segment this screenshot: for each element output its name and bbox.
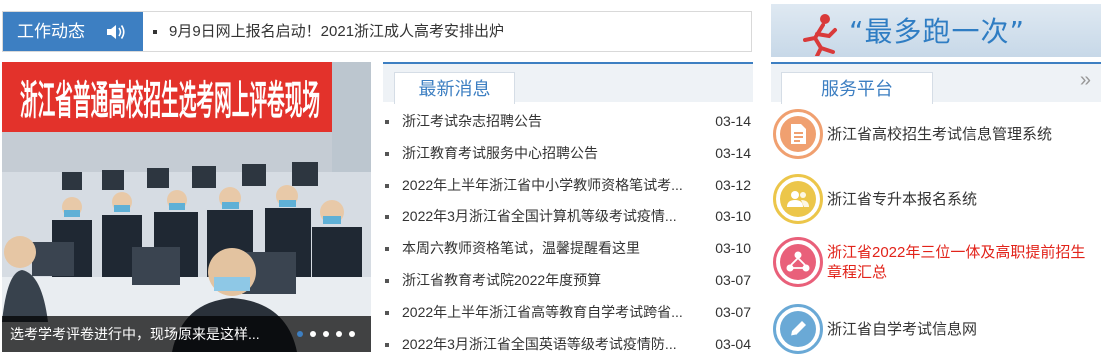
news-date: 03-04 <box>715 335 751 352</box>
document-icon <box>773 109 823 159</box>
news-list-item[interactable]: 2022年上半年浙江省高等教育自学考试跨省... 03-07 <box>383 296 753 328</box>
news-list: 浙江考试杂志招聘公告 03-14 浙江教育考试服务中心招聘公告 03-14 2022年上… <box>383 105 753 359</box>
service-item-self-study-exam[interactable]: 浙江省自学考试信息网 <box>773 304 1099 356</box>
news-list-item[interactable]: 浙江教育考试服务中心招聘公告 03-14 <box>383 137 753 169</box>
work-news-label-text: 工作动态 <box>17 22 85 41</box>
news-date: 03-07 <box>715 271 751 288</box>
service-tab-bar: 服务平台 » <box>771 64 1101 104</box>
ticker-headline-text: 9月9日网上报名启动！2021浙江成人高考安排出炉 <box>169 23 505 40</box>
service-item-sanwei-yiti[interactable]: 浙江省2022年三位一体及高职提前招生章程汇总 <box>773 237 1099 289</box>
bullet-icon <box>385 120 389 124</box>
photo-banner-text: 浙江省普通高校招生选考网上评卷现场 <box>20 78 320 124</box>
news-title[interactable]: 2022年3月浙江省全国英语等级考试疫情防... <box>402 328 712 359</box>
service-item-exam-info-system[interactable]: 浙江省高校招生考试信息管理系统 <box>773 109 1099 161</box>
news-title[interactable]: 本周六教师资格笔试，温馨提醒看这里 <box>402 232 712 264</box>
bullet-icon <box>385 247 389 252</box>
carousel-pagination <box>297 331 355 337</box>
bullet-icon <box>385 310 389 315</box>
pencil-icon <box>773 304 823 354</box>
news-title[interactable]: 2022年上半年浙江省中小学教师资格笔试考... <box>402 169 712 201</box>
ticker-headline[interactable]: 9月9日网上报名启动！2021浙江成人高考安排出炉 <box>153 12 504 51</box>
service-item-label: 浙江省2022年三位一体及高职提前招生章程汇总 <box>827 244 1086 281</box>
tab-service-platform[interactable]: 服务平台 <box>781 72 933 104</box>
exam-marking-photo: 浙江省普通高校招生选考网上评卷现场 <box>2 62 371 352</box>
news-date: 03-12 <box>715 176 751 193</box>
banner-slogan: “最多跑一次” <box>849 15 1026 48</box>
more-arrow-icon[interactable]: » <box>1080 70 1091 90</box>
service-item-zhuanshengben[interactable]: 浙江省专升本报名系统 <box>773 174 1099 226</box>
carousel-dot[interactable] <box>349 331 355 337</box>
news-title[interactable]: 浙江教育考试服务中心招聘公告 <box>402 137 712 169</box>
bullet-icon <box>385 151 389 156</box>
work-news-ticker: 工作动态 9月9日网上报名启动！2021浙江成人高考安排出炉 <box>2 11 752 52</box>
bullet-icon <box>385 278 389 283</box>
news-list-item[interactable]: 浙江省教育考试院2022年度预算 03-07 <box>383 264 753 296</box>
bullet-icon <box>385 215 389 220</box>
carousel-dot[interactable] <box>323 331 329 337</box>
news-list-item[interactable]: 2022年上半年浙江省中小学教师资格笔试考... 03-12 <box>383 169 753 201</box>
news-list-item[interactable]: 2022年3月浙江省全国英语等级考试疫情防... 03-04 <box>383 328 753 359</box>
news-title[interactable]: 浙江考试杂志招聘公告 <box>402 105 712 137</box>
zuiduo-paoyici-banner[interactable]: “最多跑一次” <box>771 4 1101 57</box>
work-news-label: 工作动态 <box>3 12 143 51</box>
news-title[interactable]: 2022年3月浙江省全国计算机等级考试疫情... <box>402 200 712 232</box>
carousel-caption-bar: 选考学考评卷进行中，现场原来是这样... <box>2 316 371 352</box>
news-date: 03-14 <box>715 144 751 161</box>
carousel-dot[interactable] <box>310 331 316 337</box>
service-platform-panel: 服务平台 » 浙江省高校招生考试信息管理系统 浙江省专升本报名系统 浙江省202… <box>771 62 1101 357</box>
news-date: 03-10 <box>715 240 751 257</box>
network-icon <box>773 237 823 287</box>
carousel-caption[interactable]: 选考学考评卷进行中，现场原来是这样... <box>10 316 260 352</box>
news-date: 03-07 <box>715 303 751 320</box>
news-title[interactable]: 2022年上半年浙江省高等教育自学考试跨省... <box>402 296 712 328</box>
photo-carousel[interactable]: 浙江省普通高校招生选考网上评卷现场 选考学考评卷进行中，现场原来是这样... <box>2 62 371 352</box>
bullet-icon <box>385 183 389 188</box>
speaker-icon <box>107 25 125 39</box>
service-item-label: 浙江省高校招生考试信息管理系统 <box>827 126 1053 143</box>
bullet-icon <box>385 342 389 347</box>
news-list-item[interactable]: 浙江考试杂志招聘公告 03-14 <box>383 105 753 137</box>
tab-latest-news[interactable]: 最新消息 <box>394 72 515 104</box>
users-icon <box>773 174 823 224</box>
carousel-dot[interactable] <box>336 331 342 337</box>
news-title[interactable]: 浙江省教育考试院2022年度预算 <box>402 264 712 296</box>
news-list-item[interactable]: 本周六教师资格笔试，温馨提醒看这里 03-10 <box>383 232 753 264</box>
runner-icon <box>803 14 837 56</box>
carousel-dot[interactable] <box>297 331 303 337</box>
latest-news-panel: 最新消息 浙江考试杂志招聘公告 03-14 浙江教育考试服务中心招聘公告 03-14 2… <box>383 62 753 357</box>
news-tab-bar: 最新消息 <box>383 64 753 104</box>
news-date: 03-10 <box>715 208 751 225</box>
service-item-label: 浙江省专升本报名系统 <box>827 191 978 208</box>
news-list-item[interactable]: 2022年3月浙江省全国计算机等级考试疫情... 03-10 <box>383 200 753 232</box>
news-date: 03-14 <box>715 113 751 129</box>
bullet-icon <box>153 30 157 35</box>
service-item-label: 浙江省自学考试信息网 <box>827 321 978 338</box>
